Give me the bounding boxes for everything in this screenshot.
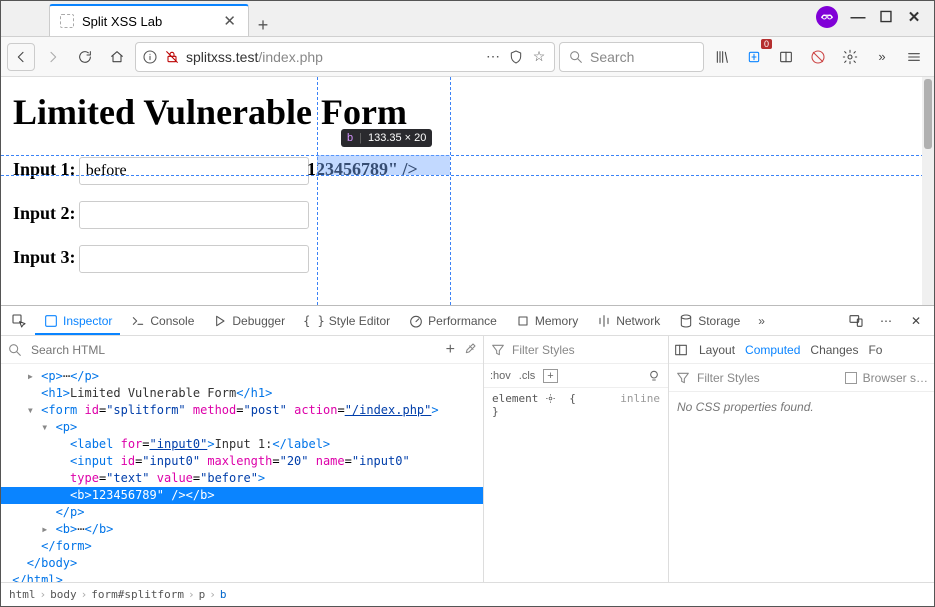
tab-title: Split XSS Lab [82, 14, 162, 29]
tab-console[interactable]: Console [122, 306, 202, 335]
nav-toolbar: splitxss.test/index.php ⋯ ☆ Search 0 » [1, 37, 934, 77]
menu-icon[interactable] [900, 43, 928, 71]
rules-pane: Filter Styles :hov .cls + element {inlin… [484, 336, 669, 582]
input3-field[interactable] [79, 245, 309, 273]
dom-tree[interactable]: ▸ <p>⋯</p> <h1>Limited Vulnerable Form</… [1, 364, 483, 582]
tab-memory[interactable]: Memory [507, 306, 586, 335]
dom-search-input[interactable] [29, 342, 440, 358]
computed-pane: Layout Computed Changes Fo Filter Styles… [669, 336, 934, 582]
devtools-more-icon[interactable]: ⋯ [872, 307, 900, 335]
browser-styles-checkbox[interactable] [845, 372, 857, 384]
search-placeholder: Search [590, 49, 634, 65]
highlight-guide-v-left [317, 77, 318, 305]
page-viewport: Limited Vulnerable Form Input 1: 1234567… [1, 77, 934, 305]
scrollbar-thumb[interactable] [924, 79, 932, 149]
tab-fonts[interactable]: Fo [868, 343, 882, 357]
input3-label: Input 3: [13, 247, 76, 267]
tab-performance[interactable]: Performance [400, 306, 505, 335]
light-icon[interactable] [646, 368, 662, 384]
updates-icon[interactable]: 0 [740, 43, 768, 71]
input1-label: Input 1: [13, 159, 76, 179]
url-bar[interactable]: splitxss.test/index.php ⋯ ☆ [135, 42, 555, 72]
browser-window: Split XSS Lab ✕ + — ☐ ✕ splitxs [0, 0, 935, 607]
tab-network[interactable]: Network [588, 306, 668, 335]
highlight-guide-v-right [450, 77, 451, 305]
tab-overflow[interactable]: » [750, 306, 773, 335]
input2-field[interactable] [79, 201, 309, 229]
filter-icon [490, 342, 506, 358]
devtools-tabstrip: Inspector Console Debugger { }Style Edit… [1, 306, 934, 336]
reload-button[interactable] [71, 43, 99, 71]
dom-tree-pane: + ▸ <p>⋯</p> <h1>Limited Vulnerable Form… [1, 336, 484, 582]
minimize-button[interactable]: — [850, 9, 866, 26]
tooltip-dims: 133.35 × 20 [368, 132, 426, 144]
window-buttons: — ☐ ✕ [816, 6, 934, 36]
browser-styles-label: Browser s… [863, 371, 928, 385]
responsive-mode-icon[interactable] [842, 307, 870, 335]
reader-icon[interactable] [772, 43, 800, 71]
highlight-tooltip: b | 133.35 × 20 [341, 129, 432, 147]
bookmark-star-icon[interactable]: ☆ [530, 48, 548, 65]
private-browsing-icon [816, 6, 838, 28]
add-node-icon[interactable]: + [446, 341, 455, 359]
overflow-icon[interactable]: » [868, 43, 896, 71]
form-row-3: Input 3: [13, 245, 922, 273]
filter-icon [675, 370, 691, 386]
form-row-2: Input 2: [13, 201, 922, 229]
maximize-button[interactable]: ☐ [878, 8, 894, 26]
more-icon[interactable]: ⋯ [484, 48, 502, 65]
tab-inspector[interactable]: Inspector [35, 306, 120, 335]
devtools-close-icon[interactable]: ✕ [902, 307, 930, 335]
cls-toggle[interactable]: .cls [519, 370, 536, 382]
dom-search-bar: + [1, 336, 483, 364]
tab-storage[interactable]: Storage [670, 306, 748, 335]
dom-breadcrumb[interactable]: html› body› form#splitform› p› b [1, 582, 934, 606]
gear-icon[interactable] [836, 43, 864, 71]
library-icon[interactable] [708, 43, 736, 71]
tab-style-editor[interactable]: { }Style Editor [295, 306, 398, 335]
lock-strike-icon [164, 49, 180, 65]
computed-filter-label[interactable]: Filter Styles [697, 371, 839, 385]
tab-layout[interactable]: Layout [699, 343, 735, 357]
input1-field[interactable] [79, 157, 309, 185]
home-button[interactable] [103, 43, 131, 71]
close-button[interactable]: ✕ [906, 8, 922, 26]
forward-button[interactable] [39, 43, 67, 71]
highlight-box [317, 155, 450, 175]
highlight-guide-h-top [1, 155, 934, 156]
hov-toggle[interactable]: :hov [490, 370, 511, 382]
computed-empty-msg: No CSS properties found. [669, 392, 934, 422]
info-icon [142, 49, 158, 65]
url-text: splitxss.test/index.php [186, 49, 478, 65]
search-icon [568, 49, 584, 65]
search-icon [7, 342, 23, 358]
eyedropper-icon[interactable] [461, 342, 477, 358]
viewport-scrollbar[interactable] [922, 77, 934, 305]
new-tab-button[interactable]: + [249, 15, 277, 36]
page-heading: Limited Vulnerable Form [13, 91, 922, 133]
browser-tab[interactable]: Split XSS Lab ✕ [49, 4, 249, 36]
back-button[interactable] [7, 43, 35, 71]
devtools-panel: Inspector Console Debugger { }Style Edit… [1, 305, 934, 606]
titlebar: Split XSS Lab ✕ + — ☐ ✕ [1, 1, 934, 37]
tab-computed[interactable]: Computed [745, 343, 800, 357]
search-bar[interactable]: Search [559, 42, 704, 72]
element-picker-icon[interactable] [5, 307, 33, 335]
highlight-guide-h-bot [1, 175, 934, 176]
favicon-icon [60, 14, 74, 28]
page-body: Limited Vulnerable Form Input 1: 1234567… [1, 77, 934, 303]
add-rule-icon[interactable]: + [543, 369, 557, 383]
form-row-1: Input 1: 123456789" /> [13, 157, 922, 185]
sidebar-toggle-icon[interactable] [673, 342, 689, 358]
input2-label: Input 2: [13, 203, 76, 223]
notification-badge: 0 [761, 39, 772, 49]
rules-filter-label[interactable]: Filter Styles [512, 343, 662, 357]
tab-debugger[interactable]: Debugger [204, 306, 293, 335]
tab-changes[interactable]: Changes [810, 343, 858, 357]
rules-body: element {inline } [484, 388, 668, 422]
noscript-icon[interactable] [804, 43, 832, 71]
tab-close-button[interactable]: ✕ [221, 12, 238, 30]
tooltip-tag: b [347, 132, 353, 144]
shield-icon[interactable] [508, 49, 524, 65]
